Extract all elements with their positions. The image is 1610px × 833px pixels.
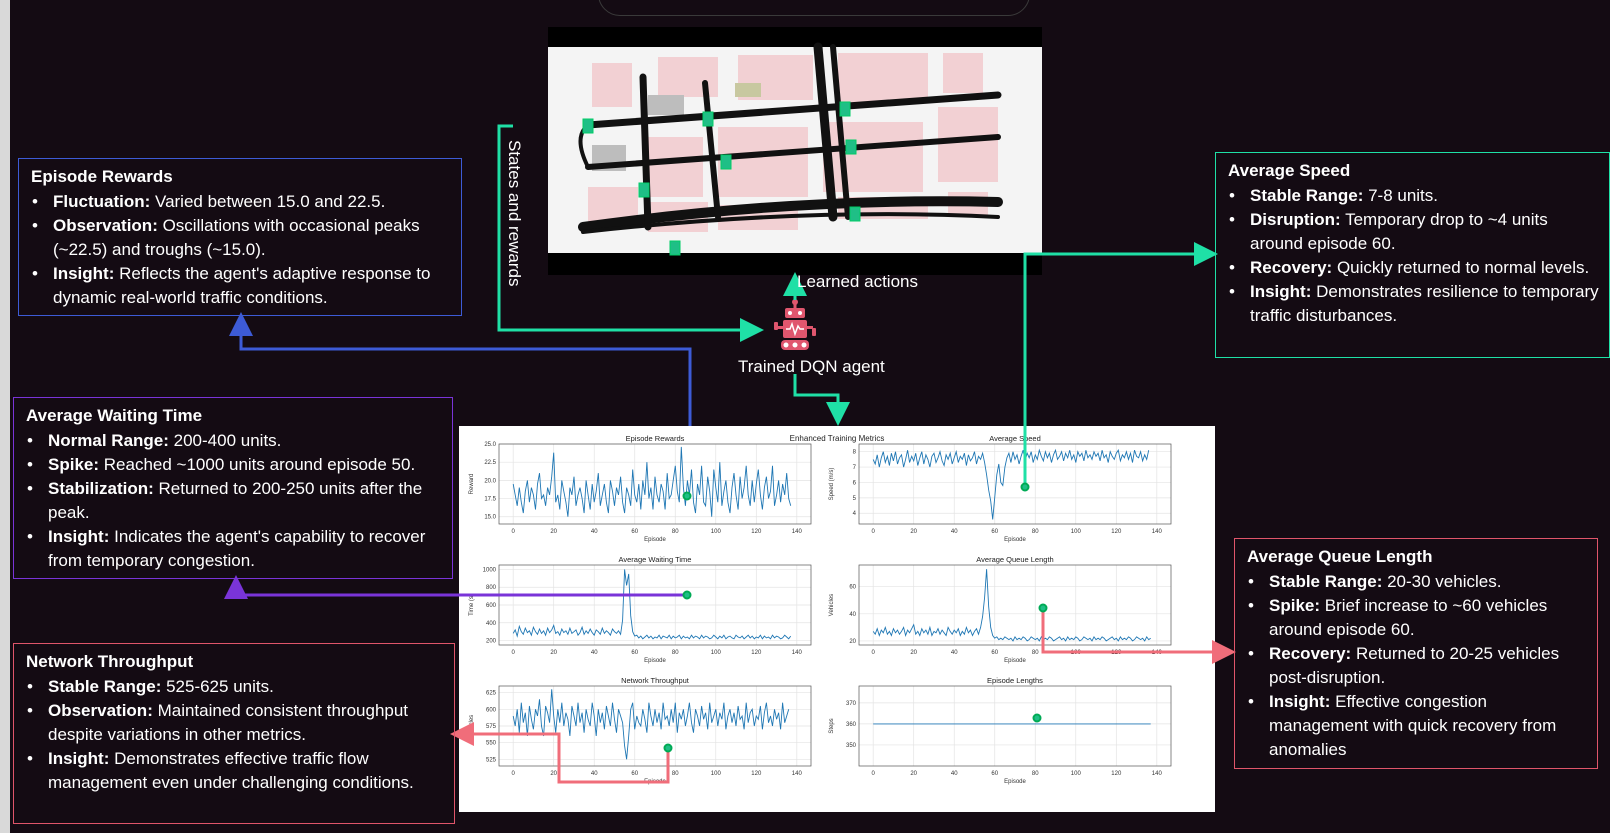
states-rewards-label: States and rewards [505,140,524,287]
bullet-list: Normal Range: 200-400 units. Spike: Reac… [26,429,442,573]
bullet-item: Insight: Effective congestion management… [1248,690,1587,762]
box-title: Average Speed [1228,161,1351,180]
bullet-item: Spike: Brief increase to ~60 vehicles ar… [1248,594,1587,642]
box-title: Average Queue Length [1247,547,1433,566]
throughput-connector [450,722,670,784]
bullet-item: Insight: Demonstrates effective traffic … [27,747,444,795]
bullet-item: Observation: Maintained consistent throu… [27,699,444,747]
average-speed-box: Average Speed Stable Range: 7-8 units. D… [1215,152,1610,358]
throughput-marker [663,743,673,753]
bullet-item: Stable Range: 7-8 units. [1229,184,1599,208]
bullet-item: Spike: Reached ~1000 units around episod… [27,453,442,477]
bullet-item: Normal Range: 200-400 units. [27,429,442,453]
bullet-item: Insight: Demonstrates resilience to temp… [1229,280,1599,328]
speed-connector [1023,242,1218,487]
box-title: Average Waiting Time [26,406,203,425]
agent-label: Trained DQN agent [738,357,885,376]
bullet-item: Disruption: Temporary drop to ~4 units a… [1229,208,1599,256]
bullet-item: Insight: Indicates the agent's capabilit… [27,525,442,573]
average-waiting-time-box: Average Waiting Time Normal Range: 200-4… [13,397,453,579]
states-rewards-arrow [497,124,764,342]
bullet-item: Recovery: Returned to 20-25 vehicles pos… [1248,642,1587,690]
bullet-item: Stabilization: Returned to 200-250 units… [27,477,442,525]
bullet-item: Stable Range: 20-30 vehicles. [1248,570,1587,594]
bullet-item: Stable Range: 525-625 units. [27,675,444,699]
bullet-item: Insight: Reflects the agent's adaptive r… [32,262,451,310]
waiting-connector [224,575,687,599]
bullet-item: Recovery: Quickly returned to normal lev… [1229,256,1599,280]
network-throughput-box: Network Throughput Stable Range: 525-625… [13,643,455,824]
bullet-list: Stable Range: 20-30 vehicles. Spike: Bri… [1247,570,1587,762]
bullet-item: Observation: Oscillations with occasiona… [32,214,451,262]
queue-connector [1041,608,1236,664]
lengths-marker [1032,713,1042,723]
episode-rewards-box: Episode Rewards Fluctuation: Varied betw… [18,158,462,316]
bullet-list: Stable Range: 7-8 units. Disruption: Tem… [1228,184,1599,328]
bullet-list: Fluctuation: Varied between 15.0 and 22.… [31,190,451,310]
rewards-marker [682,491,692,501]
queue-marker [1038,603,1048,613]
average-queue-length-box: Average Queue Length Stable Range: 20-30… [1234,538,1598,769]
bullet-list: Stable Range: 525-625 units. Observation… [26,675,444,795]
speed-marker [1020,482,1030,492]
waiting-marker [682,590,692,600]
agent-to-charts-arrow [793,374,850,426]
learned-actions-label: Learned actions [797,272,918,291]
bullet-item: Fluctuation: Varied between 15.0 and 22.… [32,190,451,214]
box-title: Network Throughput [26,652,194,671]
box-title: Episode Rewards [31,167,173,186]
